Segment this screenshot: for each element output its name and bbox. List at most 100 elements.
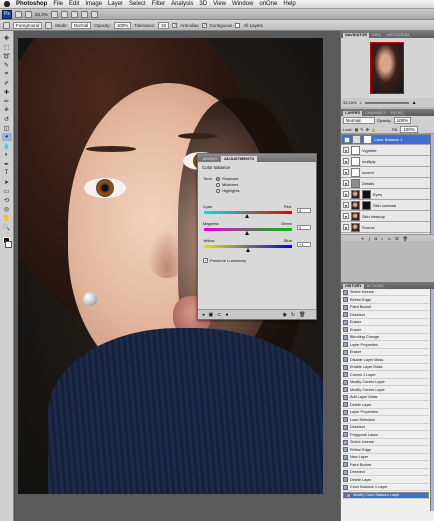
- eraser-icon[interactable]: ◫: [2, 124, 12, 132]
- new-layer-icon[interactable]: ⊞: [395, 236, 398, 241]
- menu-onone[interactable]: onOne: [259, 1, 277, 7]
- screen-mode-button[interactable]: [90, 10, 98, 18]
- visibility-eye-icon[interactable]: ●: [225, 312, 228, 318]
- visibility-eye-icon[interactable]: ●: [344, 136, 350, 143]
- return-to-list-icon[interactable]: ◂: [202, 312, 205, 318]
- layer-row[interactable]: ● multiply: [341, 156, 434, 167]
- opacity-field[interactable]: 100%: [113, 21, 132, 29]
- brush-icon[interactable]: ✏: [2, 97, 12, 105]
- layer-row[interactable]: ● Skin contrast: [341, 200, 434, 211]
- new-adjustment-icon[interactable]: ◐: [381, 236, 383, 241]
- layer-mask-thumbnail[interactable]: [363, 135, 372, 144]
- visibility-eye-icon[interactable]: ●: [343, 213, 349, 219]
- history-item[interactable]: New Layer: [343, 454, 429, 461]
- history-item[interactable]: Layer Properties: [343, 409, 429, 416]
- history-item[interactable]: Modify Curves Layer: [343, 386, 429, 394]
- history-scrollbar[interactable]: [430, 289, 434, 511]
- history-item[interactable]: Add Layer Mask: [343, 394, 429, 401]
- bridge-button[interactable]: [15, 10, 22, 18]
- tab-adjustments[interactable]: ADJUSTMENTS: [221, 156, 258, 162]
- history-item[interactable]: Curves 1 Layer: [343, 371, 429, 379]
- layer-opacity-field[interactable]: 100%: [393, 117, 412, 124]
- history-item[interactable]: Deselect: [343, 311, 429, 319]
- tone-midtones-option[interactable]: Midtones: [216, 182, 238, 187]
- magenta-green-knob[interactable]: [245, 231, 249, 235]
- history-item[interactable]: Load Selection: [343, 416, 429, 424]
- paint-bucket-icon[interactable]: ◕: [1, 133, 12, 141]
- history-item[interactable]: Eraser: [343, 326, 429, 334]
- layer-mask-thumbnail[interactable]: [362, 200, 371, 210]
- layer-row[interactable]: ● Details: [341, 178, 434, 189]
- paint-bucket-icon[interactable]: [3, 21, 10, 29]
- history-item[interactable]: Paint Bucket: [343, 304, 429, 311]
- visibility-eye-icon[interactable]: ●: [343, 180, 349, 186]
- pen-icon[interactable]: ✒: [2, 160, 12, 168]
- mini-bridge-button[interactable]: [25, 10, 32, 18]
- history-item[interactable]: Refine Edge: [343, 296, 429, 304]
- quick-select-icon[interactable]: ✎: [2, 61, 12, 69]
- history-item-selected[interactable]: Modify Color Balance Layer: [343, 491, 429, 499]
- fill-field[interactable]: 100%: [400, 125, 418, 133]
- view-previous-icon[interactable]: ◉: [282, 312, 286, 318]
- rotate-view-button[interactable]: [70, 10, 78, 18]
- healing-icon[interactable]: ✚: [2, 88, 12, 96]
- clip-to-layer-icon[interactable]: ⊂: [217, 312, 221, 318]
- menu-analysis[interactable]: Analysis: [171, 1, 193, 7]
- layer-row[interactable]: ● Skin cleanup: [341, 211, 434, 222]
- menu-file[interactable]: File: [53, 1, 63, 7]
- zoom-icon[interactable]: 🔍: [2, 223, 12, 231]
- visibility-eye-icon[interactable]: ●: [343, 147, 349, 153]
- history-item[interactable]: Select Inverse: [343, 289, 429, 296]
- menu-window[interactable]: Window: [232, 1, 253, 7]
- tab-masks[interactable]: MASKS: [200, 156, 221, 162]
- preserve-luminosity-option[interactable]: Preserve Luminosity: [203, 258, 246, 263]
- history-item[interactable]: Modify Curves Layer: [343, 379, 429, 386]
- visibility-eye-icon[interactable]: ●: [343, 202, 349, 208]
- layer-row[interactable]: ● Color Balance 1: [341, 134, 434, 145]
- 3d-orbit-icon[interactable]: ◎: [2, 205, 12, 213]
- history-item[interactable]: Delete Layer: [343, 401, 429, 409]
- layer-row[interactable]: ● screen: [341, 167, 434, 178]
- dodge-icon[interactable]: ◐: [2, 151, 12, 159]
- visibility-eye-icon[interactable]: ●: [343, 224, 349, 230]
- menu-view[interactable]: View: [213, 1, 226, 7]
- navigator-thumbnail[interactable]: [370, 42, 404, 94]
- lock-position-icon[interactable]: ✥: [366, 127, 369, 132]
- zoom-out-icon[interactable]: ▵: [360, 100, 362, 105]
- history-item[interactable]: Color Balance 1 Layer: [343, 484, 429, 491]
- history-item[interactable]: Refine Edge: [343, 446, 429, 454]
- menu-filter[interactable]: Filter: [152, 1, 165, 7]
- move-icon[interactable]: ✥: [2, 34, 12, 42]
- tab-channels[interactable]: CHANNELS: [363, 111, 388, 116]
- visibility-eye-icon[interactable]: ●: [343, 158, 349, 164]
- add-mask-icon[interactable]: ◘: [375, 236, 377, 241]
- layer-row[interactable]: ● Vignette: [341, 145, 434, 156]
- history-item[interactable]: Eraser: [343, 319, 429, 326]
- blend-mode-select[interactable]: Normal: [343, 117, 375, 124]
- zoom-in-icon[interactable]: ▲: [412, 100, 417, 106]
- cyan-red-knob[interactable]: [245, 214, 249, 218]
- background-color-swatch[interactable]: [5, 241, 12, 248]
- apple-icon[interactable]: [4, 1, 10, 7]
- hand-tool-button[interactable]: [50, 10, 58, 18]
- lock-pixels-icon[interactable]: ✎: [360, 127, 363, 132]
- yellow-blue-knob[interactable]: [246, 248, 250, 252]
- path-select-icon[interactable]: ➤: [2, 178, 12, 186]
- lock-transparency-icon[interactable]: ▦: [355, 127, 359, 132]
- trash-icon[interactable]: 🗑: [299, 312, 305, 318]
- history-item[interactable]: Deselect: [343, 424, 429, 431]
- history-item[interactable]: Eraser: [343, 349, 429, 356]
- history-item[interactable]: Delete Layer: [343, 476, 429, 484]
- hand-icon[interactable]: ✋: [2, 214, 12, 222]
- lock-all-icon[interactable]: 🔒: [371, 127, 376, 132]
- preserve-luminosity-checkbox[interactable]: [203, 258, 208, 263]
- menu-3d[interactable]: 3D: [199, 1, 207, 7]
- history-item[interactable]: Deselect: [343, 469, 429, 476]
- arrange-documents-button[interactable]: [80, 10, 88, 18]
- 3d-rotate-icon[interactable]: ⟲: [2, 196, 12, 204]
- layer-row[interactable]: ● Source: [341, 222, 434, 233]
- history-item[interactable]: Layer Properties: [343, 341, 429, 349]
- history-brush-icon[interactable]: ↺: [2, 115, 12, 123]
- menu-image[interactable]: Image: [85, 1, 102, 7]
- tab-layers[interactable]: LAYERS: [343, 111, 363, 116]
